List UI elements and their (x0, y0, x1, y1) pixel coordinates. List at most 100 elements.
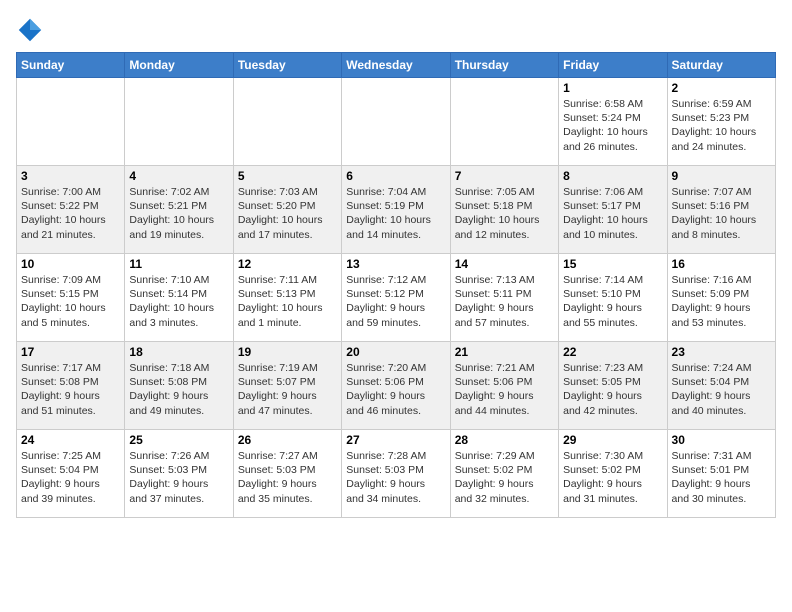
calendar-row-4: 17 Sunrise: 7:17 AM Sunset: 5:08 PM Dayli… (17, 342, 776, 430)
day-number: 22 (563, 345, 662, 359)
day-info: Sunrise: 7:19 AM Sunset: 5:07 PM Dayligh… (238, 361, 337, 418)
calendar-cell: 15 Sunrise: 7:14 AM Sunset: 5:10 PM Dayli… (559, 254, 667, 342)
day-number: 6 (346, 169, 445, 183)
day-info: Sunrise: 7:26 AM Sunset: 5:03 PM Dayligh… (129, 449, 228, 506)
calendar-cell: 9 Sunrise: 7:07 AM Sunset: 5:16 PM Daylig… (667, 166, 775, 254)
day-number: 18 (129, 345, 228, 359)
calendar-cell: 17 Sunrise: 7:17 AM Sunset: 5:08 PM Dayli… (17, 342, 125, 430)
weekday-header-wednesday: Wednesday (342, 53, 450, 78)
calendar-cell (125, 78, 233, 166)
calendar-cell: 12 Sunrise: 7:11 AM Sunset: 5:13 PM Dayli… (233, 254, 341, 342)
calendar-cell: 28Sunrise: 7:29 AM Sunset: 5:02 PM Dayli… (450, 430, 558, 518)
day-number: 3 (21, 169, 120, 183)
day-info: Sunrise: 7:05 AM Sunset: 5:18 PM Dayligh… (455, 185, 554, 242)
calendar-cell: 19 Sunrise: 7:19 AM Sunset: 5:07 PM Dayli… (233, 342, 341, 430)
day-number: 16 (672, 257, 771, 271)
calendar-cell: 25 Sunrise: 7:26 AM Sunset: 5:03 PM Dayli… (125, 430, 233, 518)
day-info: Sunrise: 7:27 AM Sunset: 5:03 PM Dayligh… (238, 449, 337, 506)
day-info: Sunrise: 6:58 AM Sunset: 5:24 PM Dayligh… (563, 97, 662, 154)
calendar-cell: 20 Sunrise: 7:20 AM Sunset: 5:06 PM Dayli… (342, 342, 450, 430)
logo-icon (16, 16, 44, 44)
weekday-header-saturday: Saturday (667, 53, 775, 78)
day-number: 30 (672, 433, 771, 447)
day-info: Sunrise: 7:02 AM Sunset: 5:21 PM Dayligh… (129, 185, 228, 242)
day-info: Sunrise: 7:03 AM Sunset: 5:20 PM Dayligh… (238, 185, 337, 242)
day-number: 12 (238, 257, 337, 271)
day-number: 9 (672, 169, 771, 183)
calendar-cell: 22 Sunrise: 7:23 AM Sunset: 5:05 PM Dayli… (559, 342, 667, 430)
calendar-cell: 11 Sunrise: 7:10 AM Sunset: 5:14 PM Dayli… (125, 254, 233, 342)
day-number: 25 (129, 433, 228, 447)
logo (16, 16, 48, 44)
day-number: 27 (346, 433, 445, 447)
calendar-row-1: 1 Sunrise: 6:58 AM Sunset: 5:24 PM Daylig… (17, 78, 776, 166)
day-number: 26 (238, 433, 337, 447)
day-number: 13 (346, 257, 445, 271)
day-info: Sunrise: 7:20 AM Sunset: 5:06 PM Dayligh… (346, 361, 445, 418)
day-number: 28 (455, 433, 554, 447)
day-number: 20 (346, 345, 445, 359)
day-info: Sunrise: 7:07 AM Sunset: 5:16 PM Dayligh… (672, 185, 771, 242)
weekday-header-thursday: Thursday (450, 53, 558, 78)
day-number: 15 (563, 257, 662, 271)
day-info: Sunrise: 7:31 AM Sunset: 5:01 PM Dayligh… (672, 449, 771, 506)
calendar-cell: 2 Sunrise: 6:59 AM Sunset: 5:23 PM Daylig… (667, 78, 775, 166)
calendar-cell: 29 Sunrise: 7:30 AM Sunset: 5:02 PM Dayli… (559, 430, 667, 518)
day-number: 21 (455, 345, 554, 359)
day-number: 19 (238, 345, 337, 359)
weekday-header-monday: Monday (125, 53, 233, 78)
calendar-cell: 21Sunrise: 7:21 AM Sunset: 5:06 PM Dayli… (450, 342, 558, 430)
day-info: Sunrise: 7:09 AM Sunset: 5:15 PM Dayligh… (21, 273, 120, 330)
calendar-cell: 5 Sunrise: 7:03 AM Sunset: 5:20 PM Daylig… (233, 166, 341, 254)
calendar-cell: 27 Sunrise: 7:28 AM Sunset: 5:03 PM Dayli… (342, 430, 450, 518)
day-number: 2 (672, 81, 771, 95)
day-info: Sunrise: 7:28 AM Sunset: 5:03 PM Dayligh… (346, 449, 445, 506)
day-number: 29 (563, 433, 662, 447)
day-number: 14 (455, 257, 554, 271)
calendar-row-5: 24 Sunrise: 7:25 AM Sunset: 5:04 PM Dayli… (17, 430, 776, 518)
calendar-cell: 26 Sunrise: 7:27 AM Sunset: 5:03 PM Dayli… (233, 430, 341, 518)
day-number: 8 (563, 169, 662, 183)
calendar-cell: 7 Sunrise: 7:05 AM Sunset: 5:18 PM Daylig… (450, 166, 558, 254)
calendar-cell: 3 Sunrise: 7:00 AM Sunset: 5:22 PM Daylig… (17, 166, 125, 254)
day-info: Sunrise: 7:00 AM Sunset: 5:22 PM Dayligh… (21, 185, 120, 242)
calendar-cell: 4 Sunrise: 7:02 AM Sunset: 5:21 PM Daylig… (125, 166, 233, 254)
day-number: 11 (129, 257, 228, 271)
calendar-cell: 10 Sunrise: 7:09 AM Sunset: 5:15 PM Dayli… (17, 254, 125, 342)
calendar-table: SundayMondayTuesdayWednesdayThursdayFrid… (16, 52, 776, 518)
calendar-row-2: 3 Sunrise: 7:00 AM Sunset: 5:22 PM Daylig… (17, 166, 776, 254)
day-info: Sunrise: 7:18 AM Sunset: 5:08 PM Dayligh… (129, 361, 228, 418)
calendar-cell: 1 Sunrise: 6:58 AM Sunset: 5:24 PM Daylig… (559, 78, 667, 166)
calendar-cell: 16 Sunrise: 7:16 AM Sunset: 5:09 PM Dayli… (667, 254, 775, 342)
day-info: Sunrise: 7:25 AM Sunset: 5:04 PM Dayligh… (21, 449, 120, 506)
weekday-header-sunday: Sunday (17, 53, 125, 78)
day-number: 7 (455, 169, 554, 183)
weekday-header-tuesday: Tuesday (233, 53, 341, 78)
day-info: Sunrise: 7:13 AM Sunset: 5:11 PM Dayligh… (455, 273, 554, 330)
calendar-cell: 30 Sunrise: 7:31 AM Sunset: 5:01 PM Dayli… (667, 430, 775, 518)
day-info: Sunrise: 7:14 AM Sunset: 5:10 PM Dayligh… (563, 273, 662, 330)
weekday-header-friday: Friday (559, 53, 667, 78)
day-number: 23 (672, 345, 771, 359)
day-info: Sunrise: 7:06 AM Sunset: 5:17 PM Dayligh… (563, 185, 662, 242)
day-info: Sunrise: 7:23 AM Sunset: 5:05 PM Dayligh… (563, 361, 662, 418)
day-number: 10 (21, 257, 120, 271)
day-info: Sunrise: 7:17 AM Sunset: 5:08 PM Dayligh… (21, 361, 120, 418)
page-header (16, 16, 776, 44)
calendar-cell: 14 Sunrise: 7:13 AM Sunset: 5:11 PM Dayli… (450, 254, 558, 342)
calendar-cell: 18 Sunrise: 7:18 AM Sunset: 5:08 PM Dayli… (125, 342, 233, 430)
day-number: 4 (129, 169, 228, 183)
day-number: 24 (21, 433, 120, 447)
day-number: 1 (563, 81, 662, 95)
day-info: Sunrise: 7:30 AM Sunset: 5:02 PM Dayligh… (563, 449, 662, 506)
calendar-cell (450, 78, 558, 166)
calendar-cell (233, 78, 341, 166)
day-info: Sunrise: 7:11 AM Sunset: 5:13 PM Dayligh… (238, 273, 337, 330)
day-number: 17 (21, 345, 120, 359)
calendar-cell (17, 78, 125, 166)
day-info: Sunrise: 7:16 AM Sunset: 5:09 PM Dayligh… (672, 273, 771, 330)
day-info: Sunrise: 7:12 AM Sunset: 5:12 PM Dayligh… (346, 273, 445, 330)
day-info: Sunrise: 6:59 AM Sunset: 5:23 PM Dayligh… (672, 97, 771, 154)
day-number: 5 (238, 169, 337, 183)
day-info: Sunrise: 7:10 AM Sunset: 5:14 PM Dayligh… (129, 273, 228, 330)
